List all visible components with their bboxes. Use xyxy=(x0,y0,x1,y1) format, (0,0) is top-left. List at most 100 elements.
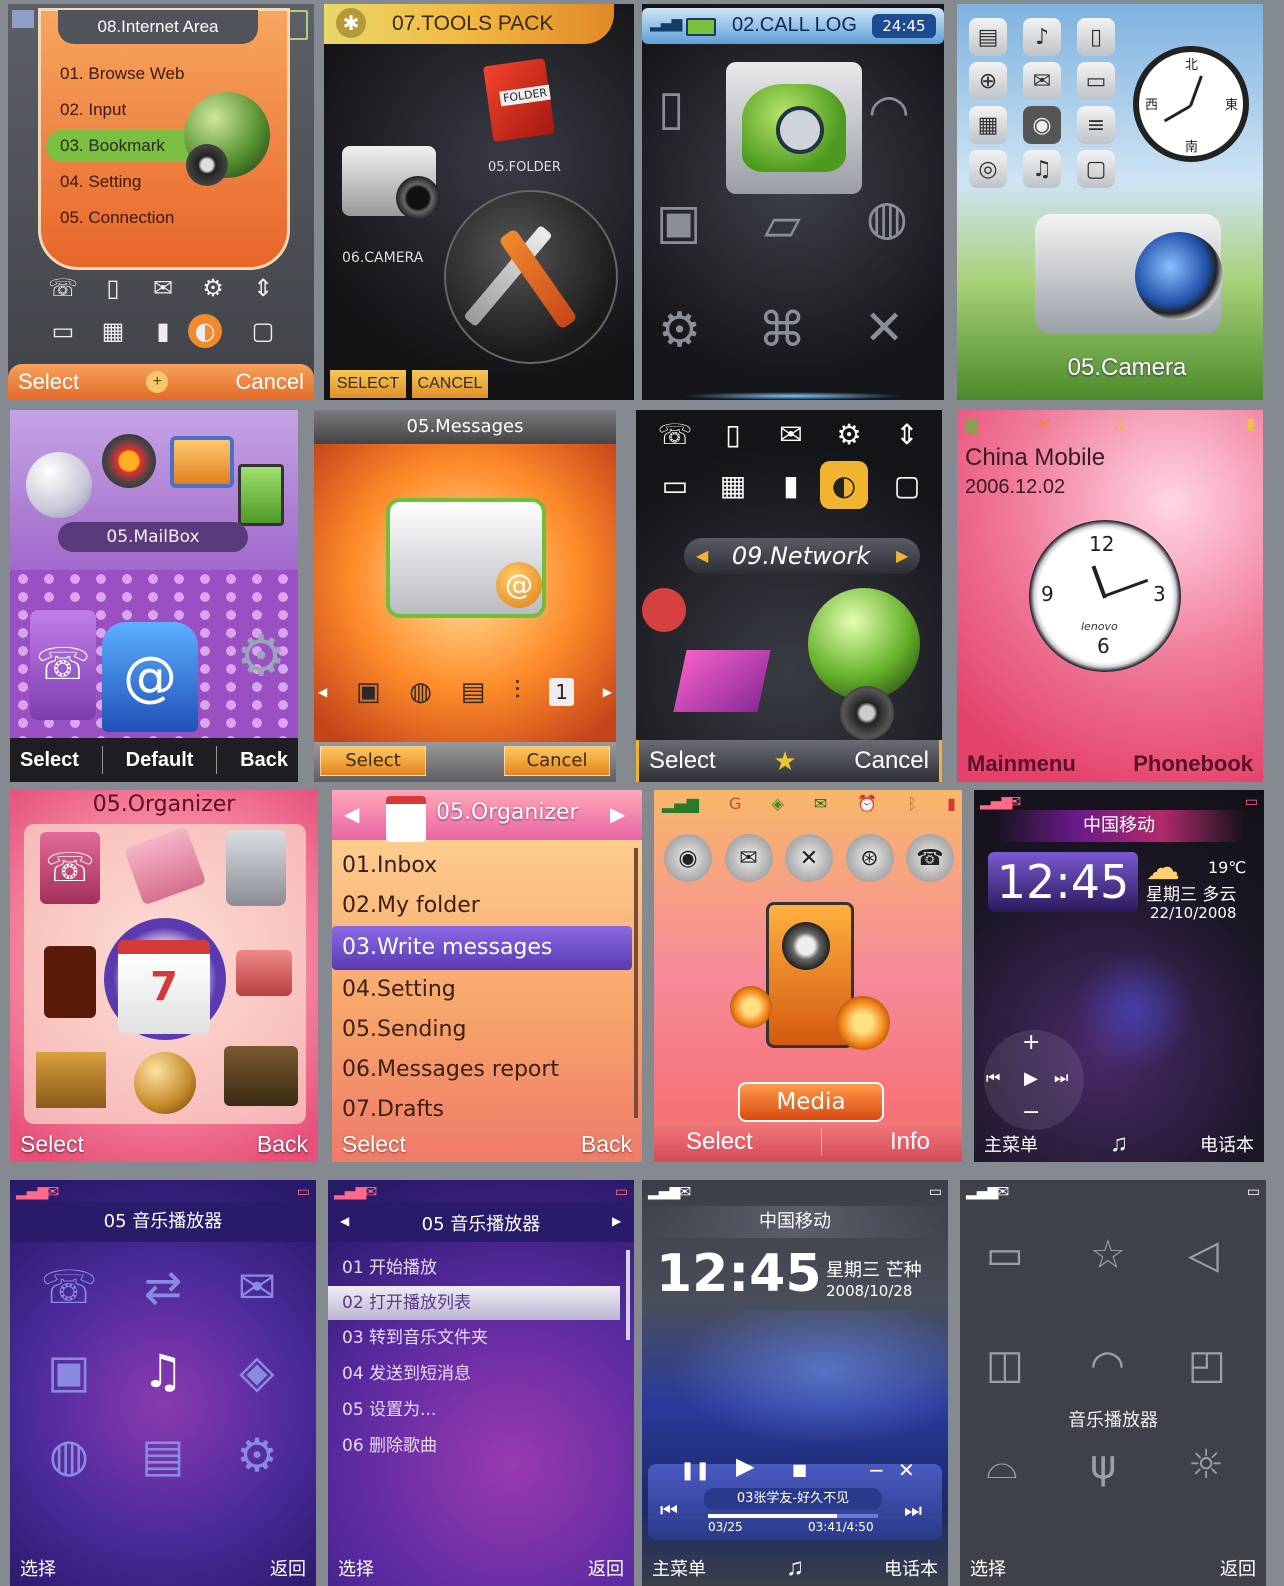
volume-up-icon[interactable]: + xyxy=(1022,1030,1040,1055)
phone-tile-icon[interactable]: ☏ xyxy=(30,610,96,720)
menu-item-set-as[interactable]: 05 设置为... xyxy=(328,1392,620,1428)
notepad-icon[interactable]: ▱ xyxy=(764,196,801,252)
select-softkey[interactable]: Select xyxy=(649,747,716,775)
tools-icon[interactable]: ✕ xyxy=(785,834,833,882)
envelope-icon[interactable]: ✉ xyxy=(724,834,773,882)
menu-item-open-playlist[interactable]: 02 打开播放列表 xyxy=(328,1286,620,1320)
gears-icon[interactable]: ⚙ xyxy=(658,302,701,358)
chevron-right-icon[interactable]: ▶ xyxy=(610,802,625,826)
media-label[interactable]: Media xyxy=(738,1082,884,1122)
chevron-left-icon[interactable]: ◀ xyxy=(318,685,327,699)
next-track-icon[interactable]: ⏭ xyxy=(1054,1068,1068,1088)
calendar-icon[interactable]: ▦ xyxy=(969,106,1007,144)
speaker-icon[interactable] xyxy=(102,434,156,488)
globe-icon[interactable]: ◍ xyxy=(409,677,432,707)
back-softkey[interactable]: 返回 xyxy=(1220,1555,1256,1581)
calendar-icon[interactable]: ▦ xyxy=(704,461,762,509)
speaker-icon[interactable] xyxy=(44,946,96,1018)
menu-item-browse-web[interactable]: 01. Browse Web xyxy=(46,56,206,92)
phonebook-softkey[interactable]: 电话本 xyxy=(1200,1131,1254,1157)
toolbox-icon[interactable]: ▤ xyxy=(116,1428,210,1482)
camera-label[interactable]: 05.Camera xyxy=(1027,354,1227,382)
phonebook-icon[interactable]: ☏ xyxy=(22,1260,116,1314)
folder-icon[interactable]: ▭ xyxy=(38,314,88,348)
stop-icon[interactable]: ■ xyxy=(792,1460,807,1479)
theater-icon[interactable]: ◰ xyxy=(1188,1342,1226,1388)
back-softkey[interactable]: Back xyxy=(581,1131,632,1158)
monitor-icon[interactable]: ▢ xyxy=(1077,150,1115,188)
next-track-icon[interactable]: ⏭ xyxy=(904,1498,922,1522)
close-icon[interactable]: ✕ xyxy=(898,1458,915,1482)
select-softkey[interactable]: SELECT xyxy=(330,370,406,398)
select-softkey[interactable]: Select xyxy=(664,1128,753,1156)
menu-item-send-sms[interactable]: 04 发送到短消息 xyxy=(328,1356,620,1392)
disc-icon[interactable]: ◎ xyxy=(969,150,1007,188)
chevron-right-icon[interactable]: ▶ xyxy=(603,685,612,699)
contacts-icon[interactable]: ▣ xyxy=(22,1344,116,1398)
globe-icon[interactable]: ◍ xyxy=(22,1428,116,1482)
telephone-icon[interactable]: ☎ xyxy=(906,834,954,882)
progress-track[interactable] xyxy=(708,1514,878,1518)
camera-icon[interactable] xyxy=(236,950,292,996)
monitor-icon[interactable]: ▢ xyxy=(238,314,288,348)
menu-item-input[interactable]: 02. Input xyxy=(46,92,206,128)
chevron-left-icon[interactable]: ◀ xyxy=(340,1214,349,1228)
phone-icon[interactable]: ▯ xyxy=(88,274,138,302)
sofa-icon[interactable]: ⌓ xyxy=(986,1442,1018,1488)
music-note-icon[interactable]: ♫ xyxy=(1110,1130,1128,1158)
back-softkey[interactable]: 返回 xyxy=(270,1555,306,1581)
camera-outline-icon[interactable]: ▣ xyxy=(656,194,701,250)
headphones-icon[interactable]: ◠ xyxy=(868,84,910,140)
calendar-icon[interactable]: 7 xyxy=(118,940,210,1034)
prev-track-icon[interactable]: ⏮ xyxy=(986,1068,1000,1088)
monitor-icon[interactable]: ▢ xyxy=(878,461,936,509)
envelope-icon[interactable]: ✉ xyxy=(210,1260,304,1314)
sort-icon[interactable]: ⇕ xyxy=(238,274,288,302)
select-softkey[interactable]: 选择 xyxy=(970,1555,1006,1581)
pause-icon[interactable]: ❚❚ xyxy=(680,1460,710,1481)
scrollbar[interactable] xyxy=(634,848,638,1118)
minimize-icon[interactable]: − xyxy=(868,1458,885,1482)
settings-icon[interactable]: ≡ xyxy=(1077,106,1115,144)
call-log-icon[interactable]: ⇄ xyxy=(116,1260,210,1314)
sim-icon[interactable]: ▮ xyxy=(138,314,188,348)
menu-item-music-folder[interactable]: 03 转到音乐文件夹 xyxy=(328,1320,620,1356)
select-softkey[interactable]: Select xyxy=(18,369,79,395)
headphones-icon[interactable]: ◠ xyxy=(1090,1342,1125,1388)
keyboard-icon[interactable]: ▤ xyxy=(461,677,486,707)
network-icon[interactable]: ◐ xyxy=(188,314,222,348)
phonebook-softkey[interactable]: Phonebook xyxy=(1133,751,1253,777)
chart-ball-icon[interactable] xyxy=(26,452,92,518)
volume-down-icon[interactable]: − xyxy=(1022,1100,1040,1125)
equalizer-icon[interactable]: ⫶ xyxy=(514,676,521,707)
play-icon[interactable]: ▶ xyxy=(736,1452,754,1480)
chevron-right-icon[interactable]: ▶ xyxy=(896,546,908,565)
star-icon[interactable]: ☆ xyxy=(1090,1232,1126,1278)
note-icon[interactable]: ♪ xyxy=(1023,18,1061,56)
menu-item-start-play[interactable]: 01 开始播放 xyxy=(328,1250,620,1286)
star-icon[interactable]: ★ xyxy=(773,746,796,777)
box-icon[interactable] xyxy=(36,1052,106,1108)
info-softkey[interactable]: Info xyxy=(890,1128,952,1156)
menu-item-connection[interactable]: 05. Connection xyxy=(46,200,206,236)
music-note-icon[interactable]: ♫ xyxy=(786,1554,804,1582)
music-icon[interactable]: ♫ xyxy=(1023,150,1061,188)
select-softkey[interactable]: Select xyxy=(342,1131,406,1158)
menu-item-setting[interactable]: 04.Setting xyxy=(332,970,632,1010)
select-softkey[interactable]: Select xyxy=(20,749,79,772)
menu-item-my-folder[interactable]: 02.My folder xyxy=(332,886,632,926)
chevron-right-icon[interactable]: ▶ xyxy=(612,1214,621,1228)
menu-item-write-messages[interactable]: 03.Write messages xyxy=(332,926,632,970)
printer-icon[interactable]: ▤ xyxy=(969,18,1007,56)
cutlery-icon[interactable]: ψ xyxy=(1090,1442,1116,1488)
camera-icon[interactable]: ◉ xyxy=(1023,106,1061,144)
globe-outline-icon[interactable]: ◍ xyxy=(866,190,908,246)
phone-icon[interactable]: ▯ xyxy=(704,418,762,451)
menu-item-inbox[interactable]: 01.Inbox xyxy=(332,846,632,886)
globe-icon[interactable]: ⊕ xyxy=(969,62,1007,100)
mainmenu-softkey[interactable]: 主菜单 xyxy=(984,1131,1038,1157)
gift-icon[interactable]: ◫ xyxy=(986,1342,1024,1388)
mailbox-label[interactable]: 05.MailBox xyxy=(58,522,248,552)
gear-icon[interactable]: ⚙ xyxy=(820,418,878,451)
chevron-left-icon[interactable]: ◀ xyxy=(696,546,708,565)
